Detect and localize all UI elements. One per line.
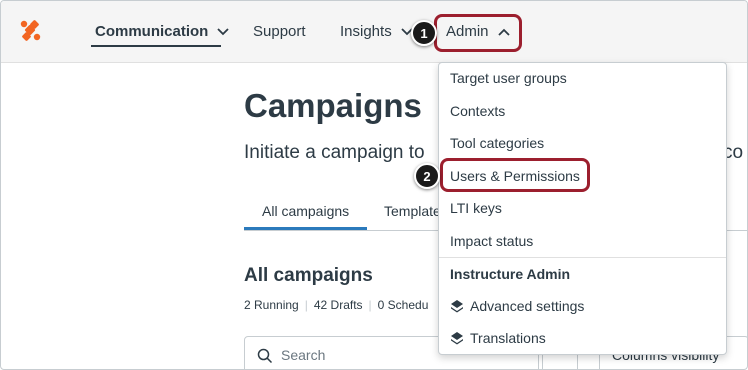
step-badge-1: 1 bbox=[411, 20, 437, 46]
page-subtitle: Initiate a campaign to bbox=[244, 142, 425, 163]
nav-insights[interactable]: Insights bbox=[340, 23, 414, 40]
page-title: Campaigns bbox=[244, 87, 422, 124]
menu-item-target-user-groups[interactable]: Target user groups bbox=[450, 70, 567, 86]
menu-heading-instructure-admin: Instructure Admin bbox=[450, 266, 571, 282]
menu-item-advanced-settings-label: Advanced settings bbox=[470, 298, 585, 314]
section-title: All campaigns bbox=[244, 265, 373, 286]
menu-item-tool-categories[interactable]: Tool categories bbox=[450, 135, 544, 151]
count-separator: | bbox=[304, 298, 308, 312]
menu-divider bbox=[439, 257, 726, 258]
users-permissions-highlight-callout bbox=[440, 158, 590, 192]
nav-active-underline bbox=[91, 45, 221, 47]
nav-communication[interactable]: Communication bbox=[95, 23, 230, 40]
count-drafts: 42 Drafts bbox=[313, 298, 363, 312]
chevron-down-icon bbox=[217, 27, 229, 35]
nav-support[interactable]: Support bbox=[253, 23, 306, 40]
count-scheduled: 0 Schedu bbox=[377, 298, 429, 312]
menu-item-impact-status[interactable]: Impact status bbox=[450, 233, 533, 249]
menu-item-translations-label: Translations bbox=[470, 330, 546, 346]
tab-all-campaigns[interactable]: All campaigns bbox=[262, 203, 349, 219]
count-running: 2 Running bbox=[244, 298, 299, 312]
search-placeholder: Search bbox=[281, 347, 326, 363]
count-separator: | bbox=[368, 298, 372, 312]
menu-item-lti-keys[interactable]: LTI keys bbox=[450, 200, 502, 216]
menu-item-contexts[interactable]: Contexts bbox=[450, 103, 505, 119]
nav-support-label: Support bbox=[253, 23, 306, 40]
menu-item-translations[interactable]: Translations bbox=[450, 330, 546, 346]
nav-communication-label: Communication bbox=[95, 23, 209, 40]
app-logo-icon[interactable] bbox=[17, 17, 47, 47]
admin-dropdown-menu: Target user groups Contexts Tool categor… bbox=[438, 62, 727, 355]
top-navigation: Communication Support Insights Admin bbox=[1, 1, 747, 63]
stack-icon bbox=[451, 300, 463, 313]
app-window: Communication Support Insights Admin Cam… bbox=[0, 0, 748, 370]
search-icon bbox=[257, 348, 273, 364]
menu-item-advanced-settings[interactable]: Advanced settings bbox=[450, 298, 584, 314]
admin-highlight-callout bbox=[434, 14, 522, 52]
step-badge-2: 2 bbox=[414, 163, 440, 189]
stack-icon bbox=[451, 332, 463, 345]
campaign-counts: 2 Running | 42 Drafts | 0 Schedu bbox=[244, 298, 428, 312]
nav-insights-label: Insights bbox=[340, 23, 392, 40]
tab-templates[interactable]: Template bbox=[384, 203, 441, 219]
